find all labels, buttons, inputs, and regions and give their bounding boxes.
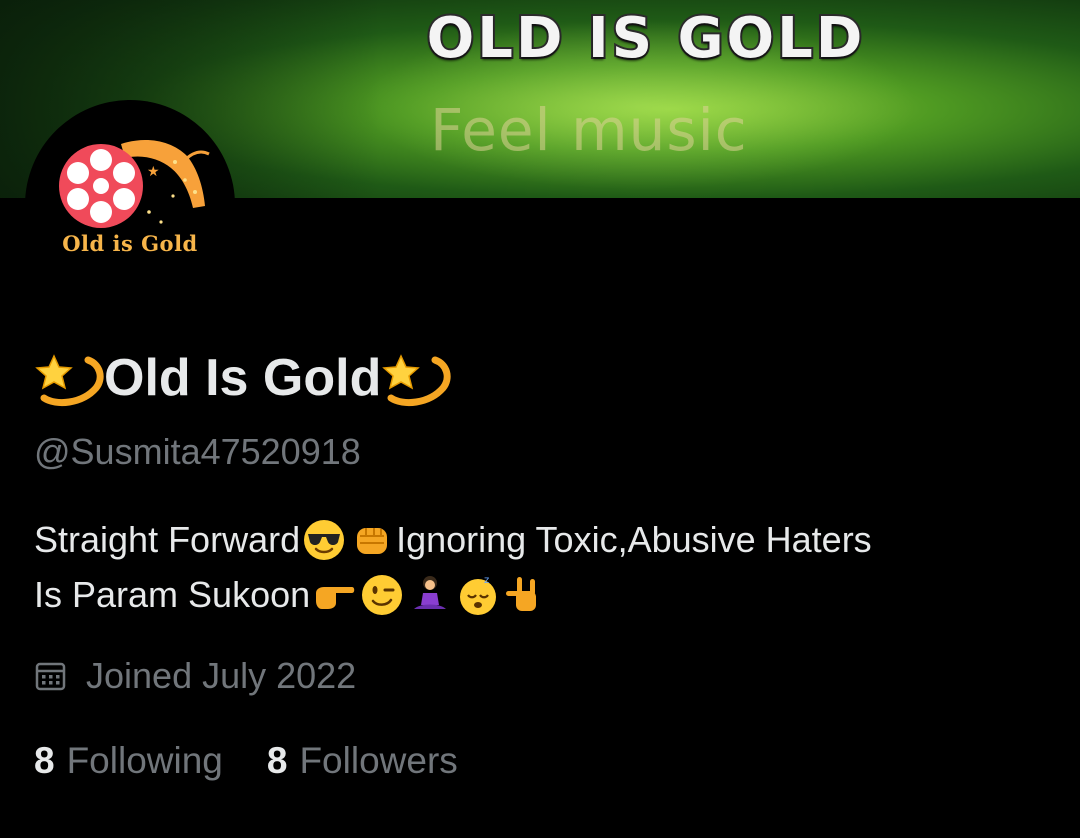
following-link[interactable]: 8 Following xyxy=(34,740,223,782)
calendar-icon xyxy=(35,662,66,691)
dizzy-star-emoji-icon xyxy=(382,354,451,407)
svg-text:z: z xyxy=(484,575,489,586)
woman-in-lotus-position-emoji-icon xyxy=(414,575,447,609)
bio-line-1: Straight Forward Ignoring Toxic,Abusive … xyxy=(34,512,872,567)
backhand-pointing-right-emoji-icon xyxy=(316,586,355,609)
follow-stats: 8 Following 8 Followers xyxy=(34,740,502,782)
bio-line-2: Is Param Sukoon z xyxy=(34,567,872,622)
profile-handle: @Susmita47520918 xyxy=(34,431,361,472)
love-you-gesture-emoji-icon xyxy=(506,576,537,611)
bio-text: Straight Forward xyxy=(34,519,301,560)
profile-display-name: Old Is Gold xyxy=(34,348,451,408)
oncoming-fist-emoji-icon xyxy=(357,527,388,554)
sleeping-face-emoji-icon: z xyxy=(460,575,497,615)
film-reel-logo-icon: ★ xyxy=(59,140,210,228)
bio-text: Is Param Sukoon xyxy=(34,574,311,615)
avatar-logo-text: Old is Gold xyxy=(62,231,198,256)
banner-subtitle: Feel music xyxy=(430,96,748,164)
joined-date: Joined July 2022 xyxy=(34,655,356,697)
avatar[interactable]: ★ Old is Gold xyxy=(25,100,235,310)
following-label: Following xyxy=(66,740,223,781)
profile-bio: Straight Forward Ignoring Toxic,Abusive … xyxy=(34,512,872,622)
following-count: 8 xyxy=(34,740,55,781)
followers-label: Followers xyxy=(299,740,458,781)
sunglasses-face-emoji-icon xyxy=(304,519,345,560)
svg-text:★: ★ xyxy=(147,164,160,180)
bio-text: Ignoring Toxic,Abusive Haters xyxy=(396,519,872,560)
banner-title: OLD IS GOLD xyxy=(425,4,866,73)
followers-count: 8 xyxy=(266,740,288,781)
dizzy-star-emoji-icon xyxy=(35,354,104,407)
joined-date-text: Joined July 2022 xyxy=(86,655,357,696)
followers-link[interactable]: 8 Followers xyxy=(267,740,458,782)
display-name-text: Old Is Gold xyxy=(104,349,382,407)
winking-face-emoji-icon xyxy=(362,574,403,615)
